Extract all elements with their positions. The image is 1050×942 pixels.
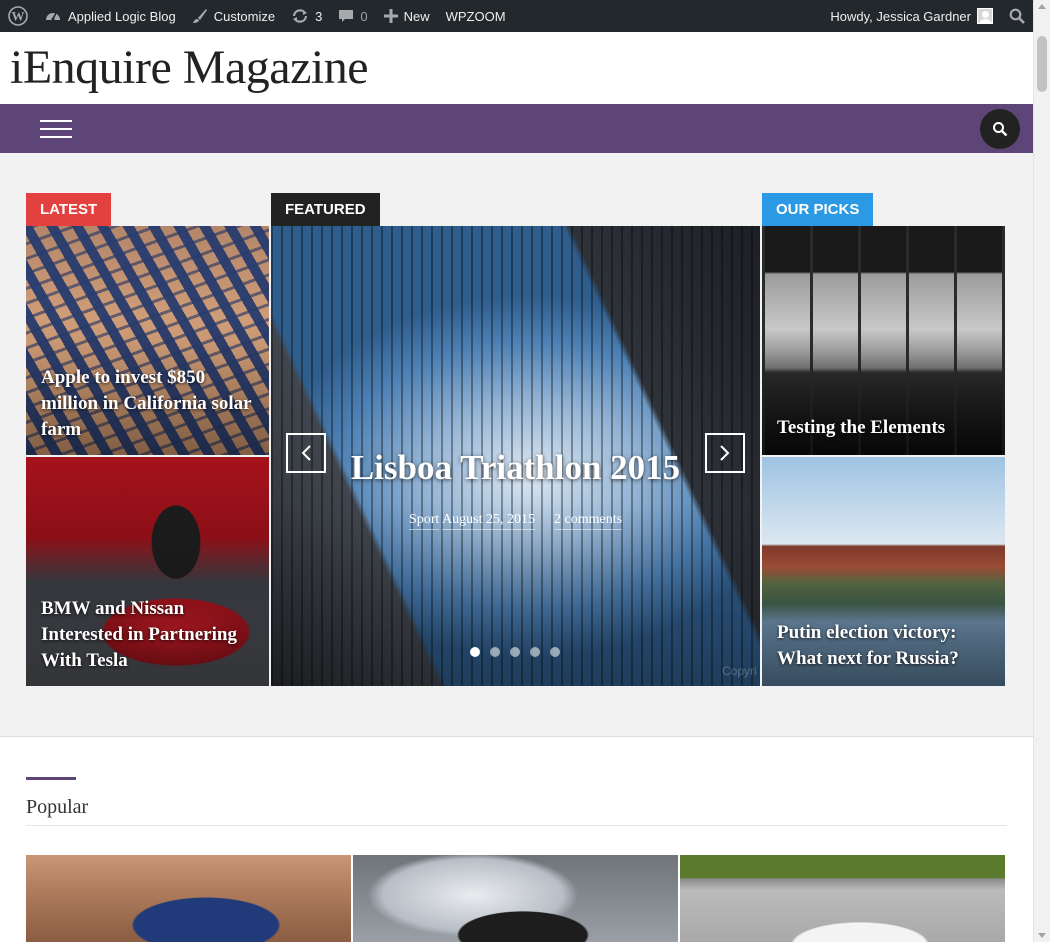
featured-post-comments[interactable]: 2 comments (553, 512, 623, 530)
scroll-up-arrow-icon[interactable] (1038, 4, 1046, 9)
updates-icon (293, 9, 308, 23)
dashboard-icon (46, 12, 60, 21)
hamburger-line (40, 128, 72, 130)
picks-section-tag: OUR PICKS (762, 193, 874, 226)
slider-dot[interactable] (470, 647, 480, 657)
site-name-menu[interactable]: Applied Logic Blog (36, 0, 184, 32)
picks-post-title[interactable]: Putin election victory: What next for Ru… (777, 620, 992, 672)
popular-post-image[interactable] (353, 855, 678, 942)
featured-post-meta: Sport August 25, 2015 2 comments (271, 512, 760, 530)
scroll-down-arrow-icon[interactable] (1038, 933, 1046, 938)
search-icon (993, 122, 1008, 137)
page-scrollbar[interactable] (1033, 0, 1050, 942)
comments-count: 0 (360, 8, 368, 24)
wordpress-icon: W (8, 6, 28, 26)
slider-dot[interactable] (490, 647, 500, 657)
slider-dot[interactable] (510, 647, 520, 657)
slider-pagination (470, 647, 560, 657)
latest-post-title[interactable]: BMW and Nissan Interested in Partnering … (41, 596, 261, 674)
plus-icon (383, 9, 398, 23)
featured-post-category[interactable]: Sport (408, 512, 440, 530)
comments-button[interactable]: 0 (330, 0, 375, 32)
avatar (977, 8, 993, 24)
paintbrush-icon (192, 9, 207, 23)
updates-button[interactable]: 3 (283, 0, 330, 32)
slider-dot[interactable] (530, 647, 540, 657)
account-menu[interactable]: Howdy, Jessica Gardner (822, 0, 1001, 32)
slider-dot[interactable] (550, 647, 560, 657)
site-search-button[interactable] (980, 109, 1020, 149)
site-name-label: Applied Logic Blog (68, 8, 176, 24)
admin-bar: W Applied Logic Blog Customize 3 0 New W… (0, 0, 1033, 32)
section-divider (26, 825, 1007, 826)
scroll-thumb[interactable] (1037, 36, 1047, 92)
latest-post-card[interactable]: BMW and Nissan Interested in Partnering … (26, 457, 269, 686)
menu-toggle-button[interactable] (40, 120, 72, 138)
featured-post-title[interactable]: Lisboa Triathlon 2015 (271, 448, 760, 488)
customize-label: Customize (213, 8, 276, 24)
admin-search-button[interactable] (1001, 0, 1033, 32)
updates-count: 3 (315, 8, 323, 24)
popular-section: Popular (0, 736, 1033, 942)
picks-post-card[interactable]: Testing the Elements (762, 226, 1005, 455)
wpzoom-menu[interactable]: WPZOOM (438, 0, 514, 32)
site-header: iEnquire Magazine (0, 32, 1033, 104)
latest-post-title[interactable]: Apple to invest $850 million in Californ… (41, 365, 256, 443)
popular-post-image[interactable] (680, 855, 1005, 942)
comment-bubble-icon (339, 10, 354, 22)
popular-post-image[interactable] (26, 855, 351, 942)
wordpress-logo-button[interactable]: W (0, 0, 36, 32)
customize-button[interactable]: Customize (184, 0, 283, 32)
wpzoom-label: WPZOOM (445, 8, 506, 24)
picks-post-card[interactable]: Putin election victory: What next for Ru… (762, 457, 1005, 686)
latest-section-tag: LATEST (26, 193, 112, 226)
picks-post-title[interactable]: Testing the Elements (777, 415, 997, 441)
meta-separator (538, 521, 550, 523)
new-label: New (403, 8, 430, 24)
main-navigation (0, 104, 1033, 153)
featured-post-date: August 25, 2015 (442, 512, 535, 530)
image-watermark: Copyri (722, 664, 757, 678)
popular-heading: Popular (26, 796, 89, 818)
new-content-button[interactable]: New (376, 0, 438, 32)
latest-post-card[interactable]: Apple to invest $850 million in Californ… (26, 226, 269, 455)
svg-text:W: W (12, 9, 25, 24)
hamburger-line (40, 136, 72, 138)
hamburger-line (40, 120, 72, 122)
section-accent-bar (26, 777, 76, 780)
site-title[interactable]: iEnquire Magazine (10, 40, 369, 95)
featured-section-tag: FEATURED (271, 193, 380, 226)
search-icon (1009, 8, 1025, 24)
greeting-label: Howdy, Jessica Gardner (830, 8, 971, 24)
